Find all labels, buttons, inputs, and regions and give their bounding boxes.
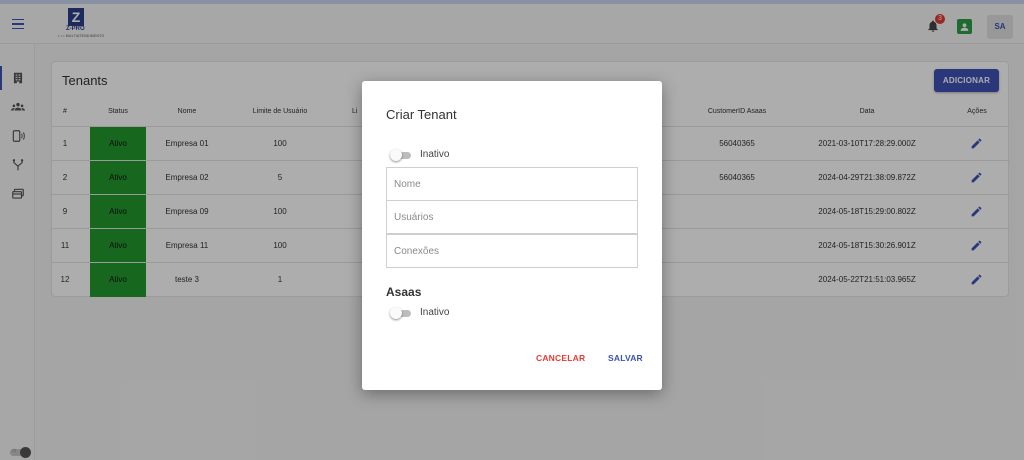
- dialog-title: Criar Tenant: [386, 107, 457, 122]
- tenant-status-label: Inativo: [420, 149, 450, 160]
- toggle-knob: [390, 307, 402, 319]
- users-field[interactable]: [386, 200, 638, 234]
- create-tenant-dialog: Criar Tenant Inativo Asaas Inativo CANCE…: [362, 81, 662, 390]
- name-field[interactable]: [386, 167, 638, 201]
- connections-input[interactable]: [387, 235, 637, 267]
- asaas-toggle[interactable]: [390, 307, 414, 319]
- name-input[interactable]: [387, 168, 637, 200]
- cancel-button[interactable]: CANCELAR: [536, 353, 585, 363]
- asaas-section-title: Asaas: [386, 285, 422, 299]
- connections-field[interactable]: [386, 234, 638, 268]
- users-input[interactable]: [387, 201, 637, 233]
- toggle-knob: [390, 149, 402, 161]
- tenant-status-toggle[interactable]: [390, 149, 414, 161]
- save-button[interactable]: SALVAR: [608, 353, 643, 363]
- asaas-toggle-label: Inativo: [420, 307, 450, 318]
